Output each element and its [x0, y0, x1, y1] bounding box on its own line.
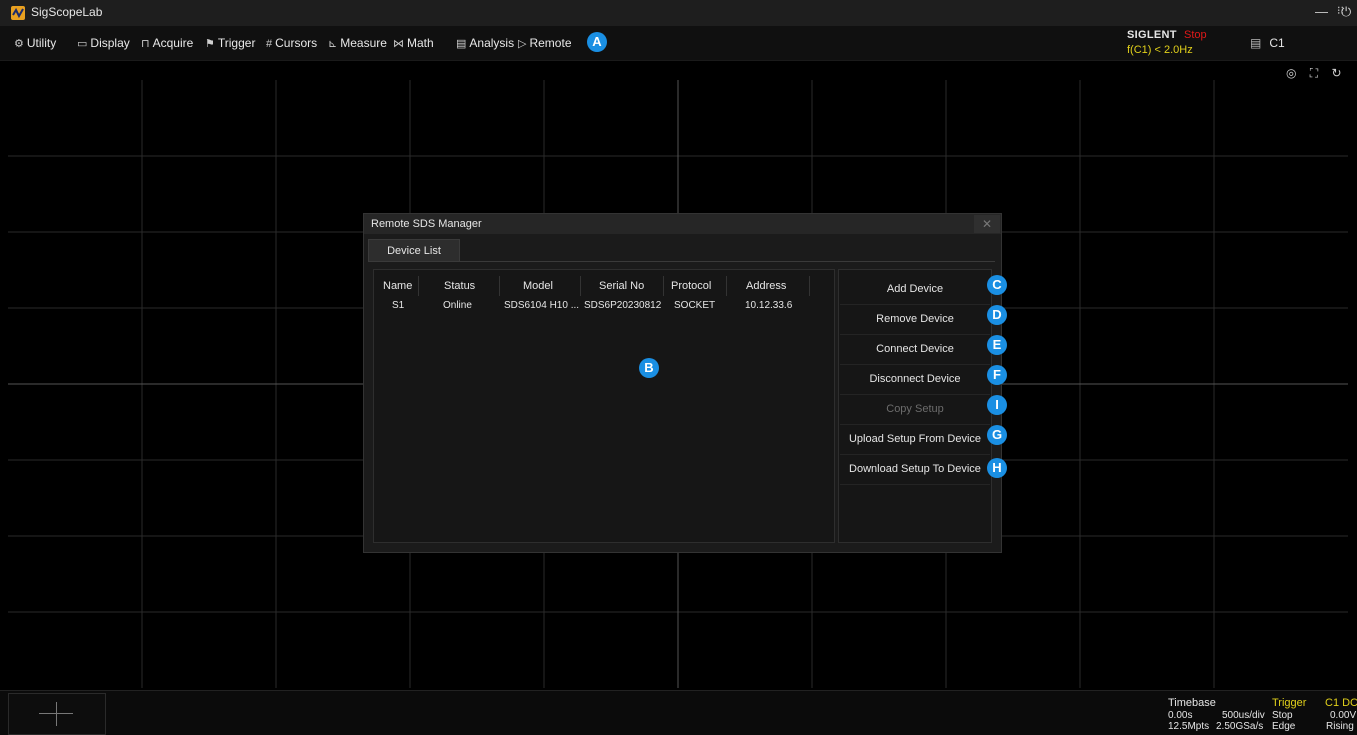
channel-level: 0.00V	[1330, 710, 1357, 721]
menu-math-label: Math	[407, 36, 434, 50]
menu-remote-label: Remote	[529, 36, 572, 50]
crosshair-v	[56, 702, 57, 726]
upload-setup-button[interactable]: Upload Setup From Device	[840, 425, 990, 455]
callout-i: I	[987, 395, 1007, 415]
menu-measure[interactable]: ⊾ Measure	[328, 36, 387, 50]
column-header-name[interactable]: Name	[383, 280, 412, 292]
remote-icon: ▷	[518, 38, 527, 50]
callout-g: G	[987, 425, 1007, 445]
status-bar	[0, 690, 1357, 735]
callout-b: B	[639, 358, 659, 378]
timebase-rate: 2.50GSa/s	[1216, 721, 1264, 732]
channel-icon: ▤	[1250, 36, 1262, 50]
trigger-mode: Stop	[1272, 710, 1293, 721]
acquire-icon: ⊓	[141, 38, 150, 50]
download-setup-button[interactable]: Download Setup To Device	[840, 455, 990, 485]
channel-slope: Rising	[1326, 721, 1354, 732]
menu-trigger[interactable]: ⚑ Trigger	[205, 36, 255, 50]
menu-bar: ⚙ Utility ▭ Display ⊓ Acquire ⚑ Trigger # Cur…	[0, 26, 1357, 61]
column-divider	[499, 276, 500, 296]
channel-title: C1 DC	[1325, 697, 1357, 709]
timebase-memory: 12.5Mpts	[1168, 721, 1210, 732]
dialog-title-bar[interactable]: Remote SDS Manager ✕	[364, 214, 1001, 234]
menu-acquire[interactable]: ⊓ Acquire	[141, 36, 193, 50]
title-bar: SigScopeLab — ⁝⁝ ⏻	[0, 0, 1357, 26]
power-icon[interactable]: ⏻	[1341, 4, 1351, 20]
column-header-model[interactable]: Model	[523, 280, 553, 292]
menu-cursors[interactable]: # Cursors	[266, 36, 317, 50]
cell-model: SDS6104 H10 ...	[504, 300, 580, 311]
cell-address: 10.12.33.6	[745, 300, 793, 311]
cell-protocol: SOCKET	[674, 300, 716, 311]
flag-icon: ⚑	[205, 38, 215, 50]
math-icon: ⋈	[393, 38, 404, 50]
trigger-readout: f(C1) < 2.0Hz	[1127, 44, 1193, 56]
menu-utility-label: Utility	[26, 36, 57, 50]
column-divider	[726, 276, 727, 296]
cell-name: S1	[392, 300, 405, 311]
brand-label: SIGLENT	[1127, 29, 1177, 41]
menu-utility[interactable]: ⚙ Utility	[14, 36, 56, 50]
timebase-title: Timebase	[1168, 697, 1216, 709]
timebase-scale: 500us/div	[1222, 710, 1265, 721]
column-header-protocol[interactable]: Protocol	[671, 280, 711, 292]
channel-panel[interactable]: C1 DC 0.00V Rising	[1318, 694, 1357, 734]
minimize-icon[interactable]: —	[1315, 4, 1328, 19]
add-device-button[interactable]: Add Device	[840, 275, 990, 305]
column-header-status[interactable]: Status	[444, 280, 475, 292]
copy-setup-button[interactable]: Copy Setup	[840, 395, 990, 425]
column-header-serial[interactable]: Serial No	[599, 280, 644, 292]
cell-serial: SDS6P20230812	[584, 300, 662, 311]
run-state-label[interactable]: Stop	[1184, 29, 1207, 41]
channel-add-tile[interactable]	[8, 693, 106, 735]
callout-e: E	[987, 335, 1007, 355]
menu-display-label: Display	[90, 36, 130, 50]
menu-analysis[interactable]: ▤ Analysis	[456, 36, 514, 50]
menu-analysis-label: Analysis	[469, 36, 515, 50]
app-title: SigScopeLab	[31, 5, 103, 19]
remove-device-button[interactable]: Remove Device	[840, 305, 990, 335]
menu-remote[interactable]: ▷ Remote	[518, 36, 572, 50]
channel-label: C1	[1269, 36, 1285, 50]
device-actions-panel: Add Device Remove Device Connect Device …	[838, 269, 992, 543]
callout-d: D	[987, 305, 1007, 325]
menu-display[interactable]: ▭ Display	[77, 36, 130, 50]
trigger-type: Edge	[1272, 721, 1296, 732]
tab-device-list[interactable]: Device List	[368, 239, 460, 262]
callout-f: F	[987, 365, 1007, 385]
measure-icon: ⊾	[328, 38, 338, 50]
cursors-icon: #	[266, 38, 273, 50]
disconnect-device-button[interactable]: Disconnect Device	[840, 365, 990, 395]
remote-sds-manager-dialog: Remote SDS Manager ✕ Device List Name St…	[363, 213, 1002, 553]
menu-cursors-label: Cursors	[275, 36, 318, 50]
callout-h: H	[987, 458, 1007, 478]
trigger-title: Trigger	[1272, 697, 1307, 709]
callout-c: C	[987, 275, 1007, 295]
cell-status: Online	[443, 300, 472, 311]
column-header-address[interactable]: Address	[746, 280, 786, 292]
analysis-icon: ▤	[456, 38, 467, 50]
gear-icon: ⚙	[14, 38, 24, 50]
app-logo-icon	[11, 6, 25, 20]
toolbar-icons[interactable]: ◎ ⛶ ↻	[1286, 66, 1347, 81]
close-icon[interactable]: ✕	[974, 215, 1000, 233]
column-divider	[663, 276, 664, 296]
timebase-delay: 0.00s	[1168, 710, 1193, 721]
dialog-title: Remote SDS Manager	[371, 218, 482, 230]
display-icon: ▭	[77, 38, 88, 50]
callout-a: A	[587, 32, 607, 52]
column-divider	[418, 276, 419, 296]
menu-trigger-label: Trigger	[217, 36, 256, 50]
column-divider	[809, 276, 810, 296]
connect-device-button[interactable]: Connect Device	[840, 335, 990, 365]
tab-divider	[368, 261, 995, 262]
menu-acquire-label: Acquire	[152, 36, 194, 50]
column-divider	[580, 276, 581, 296]
menu-measure-label: Measure	[340, 36, 387, 50]
channel-selector[interactable]: ▤ C1	[1250, 36, 1285, 50]
menu-math[interactable]: ⋈ Math	[393, 36, 434, 50]
device-list-table[interactable]: Name Status Model Serial No Protocol Add…	[373, 269, 835, 543]
status-panel: SIGLENT Stop f(C1) < 2.0Hz	[1125, 26, 1240, 60]
